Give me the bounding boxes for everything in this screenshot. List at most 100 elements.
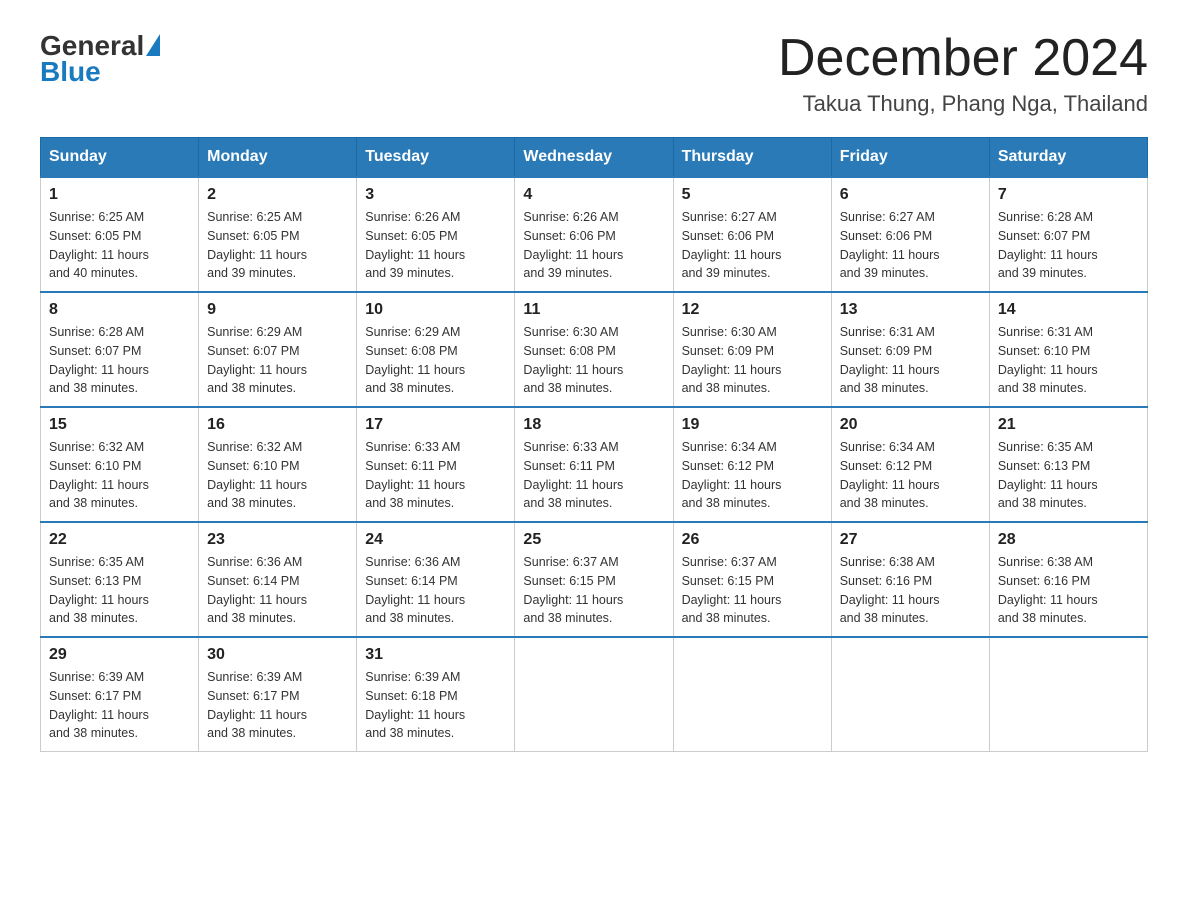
day-number: 20 bbox=[840, 416, 981, 434]
day-info: Sunrise: 6:33 AM Sunset: 6:11 PM Dayligh… bbox=[365, 438, 506, 513]
day-info: Sunrise: 6:26 AM Sunset: 6:06 PM Dayligh… bbox=[523, 208, 664, 283]
day-cell: 12 Sunrise: 6:30 AM Sunset: 6:09 PM Dayl… bbox=[673, 292, 831, 407]
header-cell-tuesday: Tuesday bbox=[357, 138, 515, 178]
day-info: Sunrise: 6:35 AM Sunset: 6:13 PM Dayligh… bbox=[49, 553, 190, 628]
day-cell: 16 Sunrise: 6:32 AM Sunset: 6:10 PM Dayl… bbox=[199, 407, 357, 522]
week-row-3: 15 Sunrise: 6:32 AM Sunset: 6:10 PM Dayl… bbox=[41, 407, 1148, 522]
day-cell: 13 Sunrise: 6:31 AM Sunset: 6:09 PM Dayl… bbox=[831, 292, 989, 407]
day-info: Sunrise: 6:29 AM Sunset: 6:08 PM Dayligh… bbox=[365, 323, 506, 398]
day-number: 23 bbox=[207, 531, 348, 549]
day-info: Sunrise: 6:38 AM Sunset: 6:16 PM Dayligh… bbox=[840, 553, 981, 628]
day-number: 3 bbox=[365, 186, 506, 204]
day-cell: 31 Sunrise: 6:39 AM Sunset: 6:18 PM Dayl… bbox=[357, 637, 515, 752]
day-cell: 19 Sunrise: 6:34 AM Sunset: 6:12 PM Dayl… bbox=[673, 407, 831, 522]
day-info: Sunrise: 6:38 AM Sunset: 6:16 PM Dayligh… bbox=[998, 553, 1139, 628]
day-info: Sunrise: 6:31 AM Sunset: 6:09 PM Dayligh… bbox=[840, 323, 981, 398]
day-number: 22 bbox=[49, 531, 190, 549]
day-cell: 3 Sunrise: 6:26 AM Sunset: 6:05 PM Dayli… bbox=[357, 177, 515, 292]
day-cell: 14 Sunrise: 6:31 AM Sunset: 6:10 PM Dayl… bbox=[989, 292, 1147, 407]
day-number: 2 bbox=[207, 186, 348, 204]
day-info: Sunrise: 6:36 AM Sunset: 6:14 PM Dayligh… bbox=[207, 553, 348, 628]
day-cell: 9 Sunrise: 6:29 AM Sunset: 6:07 PM Dayli… bbox=[199, 292, 357, 407]
day-info: Sunrise: 6:28 AM Sunset: 6:07 PM Dayligh… bbox=[49, 323, 190, 398]
day-cell: 24 Sunrise: 6:36 AM Sunset: 6:14 PM Dayl… bbox=[357, 522, 515, 637]
day-cell: 1 Sunrise: 6:25 AM Sunset: 6:05 PM Dayli… bbox=[41, 177, 199, 292]
day-info: Sunrise: 6:27 AM Sunset: 6:06 PM Dayligh… bbox=[682, 208, 823, 283]
day-cell: 25 Sunrise: 6:37 AM Sunset: 6:15 PM Dayl… bbox=[515, 522, 673, 637]
day-cell: 27 Sunrise: 6:38 AM Sunset: 6:16 PM Dayl… bbox=[831, 522, 989, 637]
day-cell: 5 Sunrise: 6:27 AM Sunset: 6:06 PM Dayli… bbox=[673, 177, 831, 292]
day-number: 7 bbox=[998, 186, 1139, 204]
day-cell: 21 Sunrise: 6:35 AM Sunset: 6:13 PM Dayl… bbox=[989, 407, 1147, 522]
logo-blue-container bbox=[144, 34, 160, 58]
day-info: Sunrise: 6:37 AM Sunset: 6:15 PM Dayligh… bbox=[682, 553, 823, 628]
day-info: Sunrise: 6:37 AM Sunset: 6:15 PM Dayligh… bbox=[523, 553, 664, 628]
day-number: 17 bbox=[365, 416, 506, 434]
header-cell-wednesday: Wednesday bbox=[515, 138, 673, 178]
day-number: 25 bbox=[523, 531, 664, 549]
day-number: 30 bbox=[207, 646, 348, 664]
title-block: December 2024 Takua Thung, Phang Nga, Th… bbox=[778, 30, 1148, 117]
logo: General Blue bbox=[40, 30, 160, 88]
day-cell bbox=[673, 637, 831, 752]
day-info: Sunrise: 6:39 AM Sunset: 6:17 PM Dayligh… bbox=[207, 668, 348, 743]
day-number: 11 bbox=[523, 301, 664, 319]
day-cell: 22 Sunrise: 6:35 AM Sunset: 6:13 PM Dayl… bbox=[41, 522, 199, 637]
day-cell bbox=[989, 637, 1147, 752]
day-number: 6 bbox=[840, 186, 981, 204]
day-info: Sunrise: 6:31 AM Sunset: 6:10 PM Dayligh… bbox=[998, 323, 1139, 398]
header-cell-friday: Friday bbox=[831, 138, 989, 178]
day-cell: 23 Sunrise: 6:36 AM Sunset: 6:14 PM Dayl… bbox=[199, 522, 357, 637]
day-number: 14 bbox=[998, 301, 1139, 319]
day-info: Sunrise: 6:25 AM Sunset: 6:05 PM Dayligh… bbox=[207, 208, 348, 283]
day-cell: 26 Sunrise: 6:37 AM Sunset: 6:15 PM Dayl… bbox=[673, 522, 831, 637]
day-number: 12 bbox=[682, 301, 823, 319]
day-cell: 11 Sunrise: 6:30 AM Sunset: 6:08 PM Dayl… bbox=[515, 292, 673, 407]
day-info: Sunrise: 6:36 AM Sunset: 6:14 PM Dayligh… bbox=[365, 553, 506, 628]
day-cell: 10 Sunrise: 6:29 AM Sunset: 6:08 PM Dayl… bbox=[357, 292, 515, 407]
day-number: 26 bbox=[682, 531, 823, 549]
day-cell: 15 Sunrise: 6:32 AM Sunset: 6:10 PM Dayl… bbox=[41, 407, 199, 522]
day-number: 29 bbox=[49, 646, 190, 664]
day-cell: 28 Sunrise: 6:38 AM Sunset: 6:16 PM Dayl… bbox=[989, 522, 1147, 637]
day-info: Sunrise: 6:34 AM Sunset: 6:12 PM Dayligh… bbox=[682, 438, 823, 513]
location-title: Takua Thung, Phang Nga, Thailand bbox=[778, 91, 1148, 117]
header-cell-monday: Monday bbox=[199, 138, 357, 178]
calendar-table: SundayMondayTuesdayWednesdayThursdayFrid… bbox=[40, 137, 1148, 752]
week-row-4: 22 Sunrise: 6:35 AM Sunset: 6:13 PM Dayl… bbox=[41, 522, 1148, 637]
day-info: Sunrise: 6:34 AM Sunset: 6:12 PM Dayligh… bbox=[840, 438, 981, 513]
day-number: 21 bbox=[998, 416, 1139, 434]
day-number: 1 bbox=[49, 186, 190, 204]
page-header: General Blue December 2024 Takua Thung, … bbox=[40, 30, 1148, 117]
day-info: Sunrise: 6:39 AM Sunset: 6:17 PM Dayligh… bbox=[49, 668, 190, 743]
day-cell: 20 Sunrise: 6:34 AM Sunset: 6:12 PM Dayl… bbox=[831, 407, 989, 522]
day-cell: 7 Sunrise: 6:28 AM Sunset: 6:07 PM Dayli… bbox=[989, 177, 1147, 292]
day-cell bbox=[831, 637, 989, 752]
day-info: Sunrise: 6:33 AM Sunset: 6:11 PM Dayligh… bbox=[523, 438, 664, 513]
day-info: Sunrise: 6:35 AM Sunset: 6:13 PM Dayligh… bbox=[998, 438, 1139, 513]
week-row-1: 1 Sunrise: 6:25 AM Sunset: 6:05 PM Dayli… bbox=[41, 177, 1148, 292]
day-cell: 30 Sunrise: 6:39 AM Sunset: 6:17 PM Dayl… bbox=[199, 637, 357, 752]
day-cell: 18 Sunrise: 6:33 AM Sunset: 6:11 PM Dayl… bbox=[515, 407, 673, 522]
day-cell: 8 Sunrise: 6:28 AM Sunset: 6:07 PM Dayli… bbox=[41, 292, 199, 407]
day-cell bbox=[515, 637, 673, 752]
day-cell: 29 Sunrise: 6:39 AM Sunset: 6:17 PM Dayl… bbox=[41, 637, 199, 752]
header-row: SundayMondayTuesdayWednesdayThursdayFrid… bbox=[41, 138, 1148, 178]
logo-triangle-icon bbox=[146, 34, 160, 56]
day-number: 16 bbox=[207, 416, 348, 434]
day-number: 24 bbox=[365, 531, 506, 549]
day-info: Sunrise: 6:28 AM Sunset: 6:07 PM Dayligh… bbox=[998, 208, 1139, 283]
day-number: 9 bbox=[207, 301, 348, 319]
day-cell: 6 Sunrise: 6:27 AM Sunset: 6:06 PM Dayli… bbox=[831, 177, 989, 292]
day-number: 13 bbox=[840, 301, 981, 319]
day-cell: 17 Sunrise: 6:33 AM Sunset: 6:11 PM Dayl… bbox=[357, 407, 515, 522]
day-info: Sunrise: 6:25 AM Sunset: 6:05 PM Dayligh… bbox=[49, 208, 190, 283]
day-number: 19 bbox=[682, 416, 823, 434]
day-info: Sunrise: 6:29 AM Sunset: 6:07 PM Dayligh… bbox=[207, 323, 348, 398]
day-info: Sunrise: 6:27 AM Sunset: 6:06 PM Dayligh… bbox=[840, 208, 981, 283]
day-info: Sunrise: 6:26 AM Sunset: 6:05 PM Dayligh… bbox=[365, 208, 506, 283]
day-cell: 2 Sunrise: 6:25 AM Sunset: 6:05 PM Dayli… bbox=[199, 177, 357, 292]
day-info: Sunrise: 6:32 AM Sunset: 6:10 PM Dayligh… bbox=[49, 438, 190, 513]
day-number: 27 bbox=[840, 531, 981, 549]
header-cell-sunday: Sunday bbox=[41, 138, 199, 178]
